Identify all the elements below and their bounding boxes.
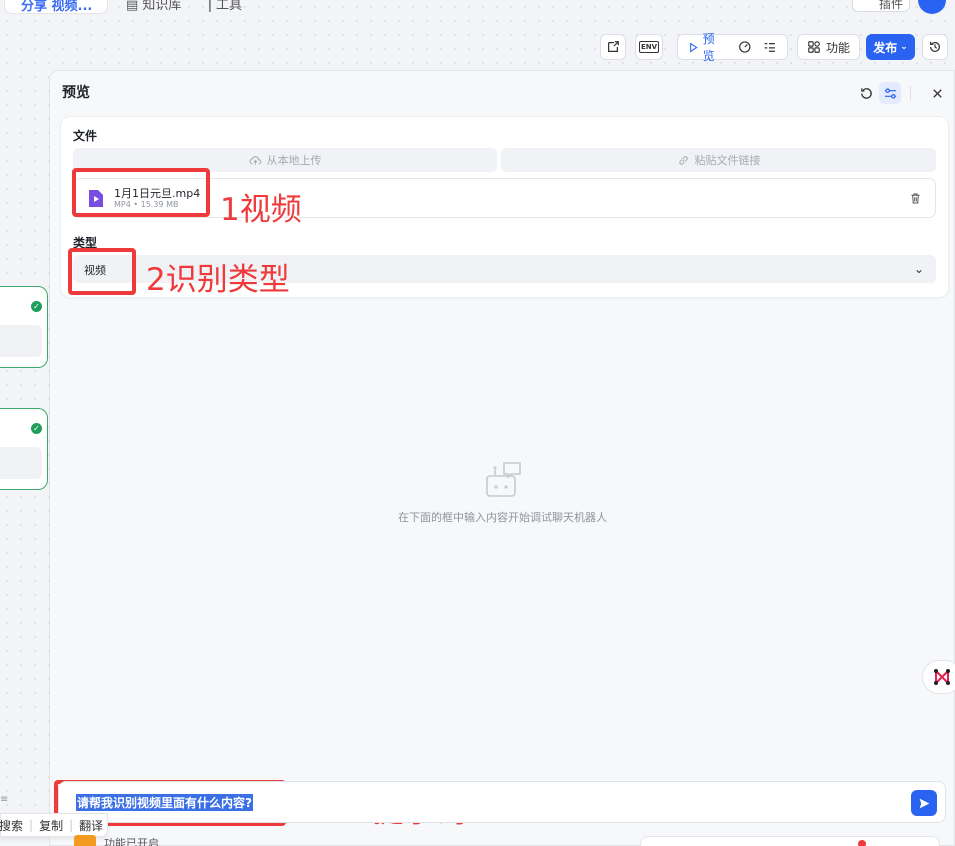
preview-debug-group: 预览 [677, 32, 788, 63]
success-check-icon: ✓ [31, 423, 42, 434]
delete-file-button[interactable] [904, 187, 926, 209]
features-label: 功能 [825, 40, 850, 55]
refresh-icon [860, 87, 872, 99]
trash-icon [910, 193, 920, 203]
history-button[interactable] [922, 34, 948, 60]
top-link-knowledge[interactable]: ▤ 知识库 [126, 0, 181, 13]
env-button[interactable]: ENV [635, 34, 663, 60]
annotation-box-type [68, 248, 136, 295]
chevron-down-icon: ⌄ [914, 262, 925, 276]
play-icon [690, 42, 698, 52]
apps-icon [808, 41, 820, 53]
doc-icon: ▤ [126, 0, 143, 13]
floating-assistant-button[interactable] [922, 660, 955, 694]
history-icon [930, 41, 940, 52]
menu-item-search[interactable]: 搜索 [0, 817, 29, 834]
upload-cloud-icon [249, 155, 261, 165]
chatbot-icon [486, 462, 521, 497]
knowledge-label: 知识库 [142, 0, 182, 13]
send-button[interactable] [911, 790, 937, 816]
chevron-down-icon: ⌄ [900, 42, 908, 52]
annotation-label-2: 2识别类型 [146, 262, 290, 298]
paste-link-label: 粘贴文件链接 [694, 154, 761, 167]
node-body [0, 447, 42, 479]
bottom-toolbar [640, 836, 940, 846]
wrench-icon: ǀ [208, 0, 216, 13]
paste-link-button[interactable]: 粘贴文件链接 [501, 148, 936, 172]
top-link-tools[interactable]: ǀ 工具 [208, 0, 242, 13]
success-check-icon: ✓ [31, 301, 42, 312]
menu-item-copy[interactable]: 复制 [33, 817, 69, 834]
speed-icon[interactable] [738, 40, 752, 54]
publish-label: 发布 [873, 40, 898, 55]
send-icon [919, 798, 929, 808]
env-label: ENV [638, 41, 660, 53]
panel-title: 预览 [62, 85, 90, 101]
empty-state-hint: 在下面的框中输入内容开始调试聊天机器人 [398, 511, 607, 524]
settings-toggle-button[interactable] [879, 82, 901, 104]
file-section-label: 文件 [73, 129, 98, 143]
menu-lines-icon: ≡ [0, 794, 9, 805]
text-context-menu: 搜索 | 复制 | 翻译 [0, 813, 108, 837]
plugin-button[interactable]: 插件 [852, 0, 910, 12]
share-button[interactable] [600, 34, 626, 60]
checklist-icon[interactable] [763, 40, 777, 54]
top-tab-active[interactable]: 分享 视频... [4, 0, 108, 14]
reset-button[interactable] [855, 82, 877, 104]
tools-label: 工具 [215, 0, 242, 13]
features-button[interactable]: 功能 [797, 34, 860, 60]
divider [910, 86, 911, 100]
record-indicator-icon [858, 840, 866, 846]
share-icon [608, 41, 619, 52]
chat-input-text: 请帮我识别视频里面有什么内容? [76, 794, 253, 811]
annotation-box-file [72, 168, 210, 217]
annotation-label-1: 1视频 [220, 192, 302, 228]
preview-label: 预览 [702, 32, 715, 63]
close-icon [932, 88, 942, 98]
upload-local-label: 从本地上传 [266, 154, 322, 167]
feature-badge-icon [74, 835, 96, 846]
workflow-node-card[interactable]: ✓ [0, 286, 48, 368]
link-icon [678, 155, 688, 165]
workflow-node-card[interactable]: ✓ [0, 408, 48, 490]
menu-item-translate[interactable]: 翻译 [73, 817, 109, 834]
avatar[interactable] [918, 0, 946, 14]
publish-button[interactable]: 发布 ⌄ [866, 34, 915, 60]
sliders-icon [884, 87, 896, 99]
network-logo-icon [934, 669, 950, 685]
close-button[interactable] [926, 82, 948, 104]
preview-button[interactable]: 预览 [688, 30, 726, 64]
feature-status-label: 功能已开启 [104, 837, 159, 846]
node-body [0, 325, 42, 357]
